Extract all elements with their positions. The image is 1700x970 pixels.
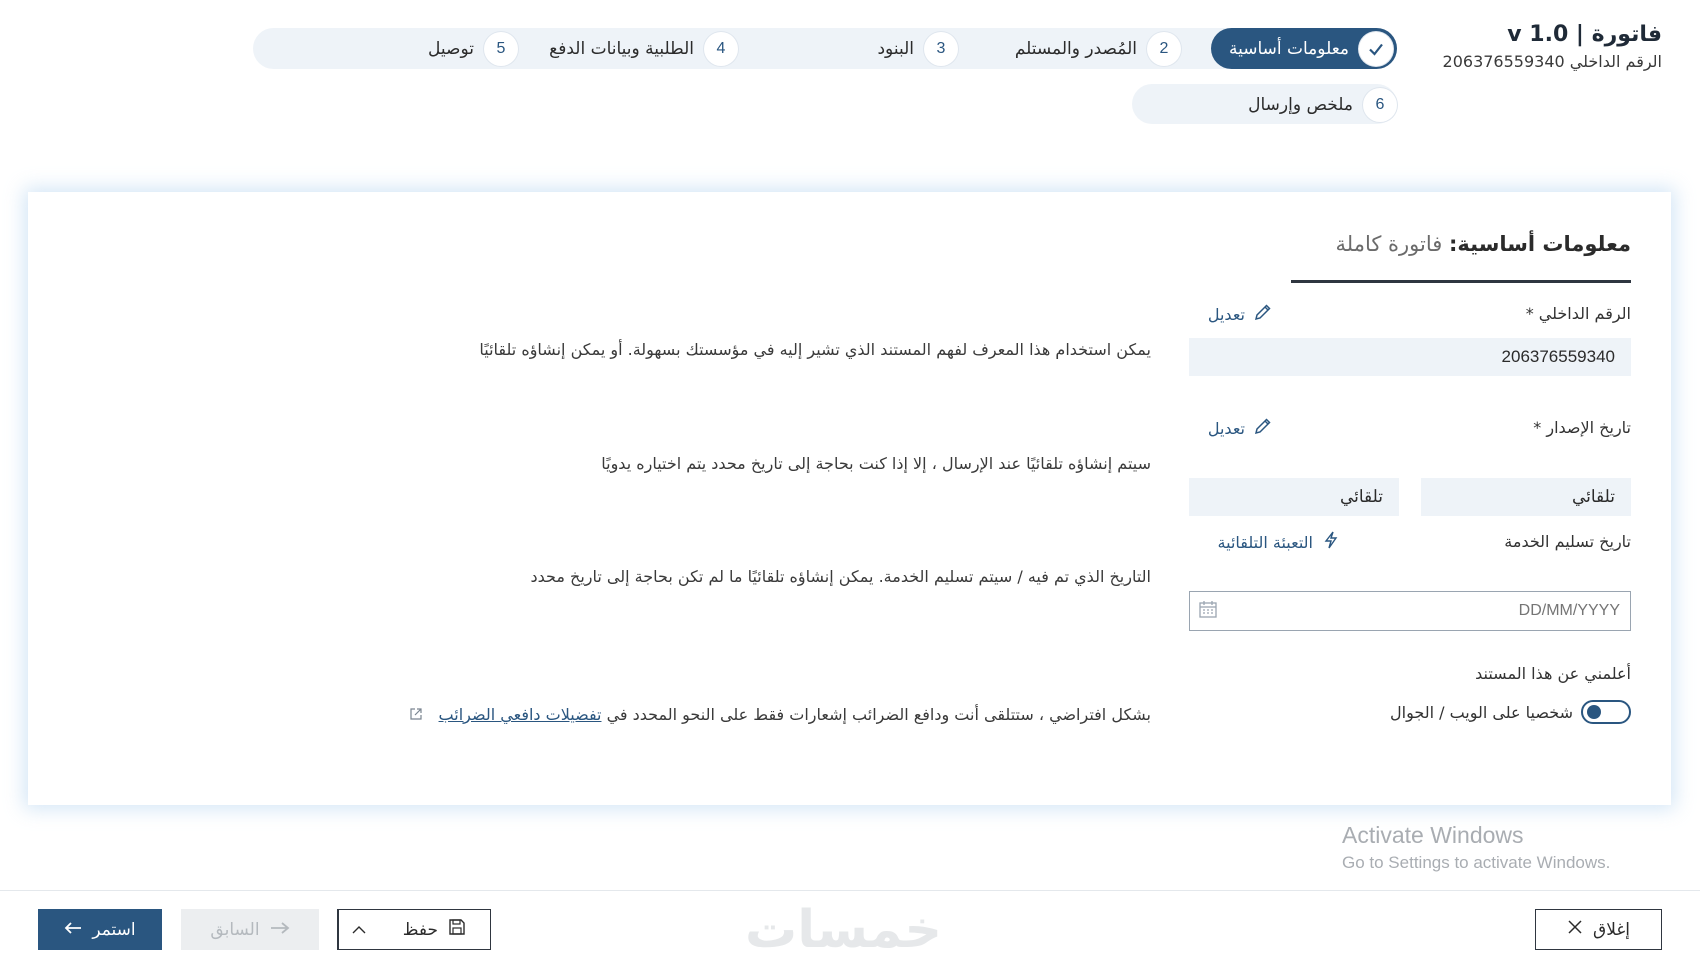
checkmark-icon — [1359, 31, 1393, 66]
heading-underline — [1291, 280, 1631, 283]
step-label: المُصدر والمستلم — [1014, 38, 1137, 59]
arrow-left-icon — [64, 920, 82, 940]
step-number: 5 — [484, 31, 518, 66]
service-date-field[interactable] — [1189, 591, 1631, 631]
issue-date-label: تاريخ الإصدار * — [1533, 418, 1631, 437]
notify-help: بشكل افتراضي ، ستتلقى أنت ودافع الضرائب … — [409, 705, 1151, 725]
previous-button[interactable]: السابق — [181, 909, 319, 950]
step-number: 6 — [1363, 87, 1397, 122]
issue-date-field[interactable]: تلقائي — [1421, 478, 1631, 516]
pencil-icon — [1253, 416, 1273, 440]
step-summary-send[interactable]: 6 ملخص وإرسال — [1248, 84, 1397, 125]
edit-label: تعديل — [1207, 418, 1245, 438]
close-button[interactable]: إغلاق — [1535, 909, 1662, 950]
step-order-payment[interactable]: 4 الطلبية وبيانات الدفع — [549, 28, 738, 69]
notify-toggle-label: شخصيا على الويب / الجوال — [1390, 702, 1573, 722]
step-issuer-receiver[interactable]: 2 المُصدر والمستلم — [1015, 28, 1181, 69]
step-label: معلومات أساسية — [1228, 38, 1349, 59]
app-title: فاتورة | v 1.0 — [1507, 22, 1662, 47]
step-label: الطلبية وبيانات الدفع — [549, 38, 694, 59]
brand-watermark: خمسات — [745, 900, 943, 960]
calendar-icon[interactable] — [1198, 599, 1218, 623]
watermark-line1: Activate Windows — [1342, 822, 1524, 848]
service-date-autofill-button[interactable]: التعبئة التلقائية — [1218, 530, 1341, 554]
taxpayer-preferences-link[interactable]: تفضيلات دافعي الضرائب — [439, 705, 602, 724]
step-number: 3 — [924, 31, 958, 66]
step-number: 2 — [1147, 31, 1181, 66]
notify-toggle-row: شخصيا على الويب / الجوال — [1390, 700, 1631, 724]
internal-number-help: يمكن استخدام هذا المعرف لفهم المستند الذ… — [479, 340, 1151, 359]
step-label: توصيل — [428, 38, 474, 59]
notify-label: أعلمني عن هذا المستند — [1475, 664, 1631, 683]
card-heading-type: فاتورة كاملة — [1335, 232, 1443, 256]
continue-button[interactable]: استمر — [38, 909, 162, 950]
service-date-label: تاريخ تسليم الخدمة — [1504, 532, 1631, 551]
close-icon — [1567, 919, 1583, 940]
notify-toggle[interactable] — [1581, 700, 1631, 724]
chevron-up-icon[interactable] — [338, 910, 378, 949]
step-items[interactable]: 3 البنود — [877, 28, 958, 69]
step-basic-info[interactable]: معلومات أساسية — [1210, 28, 1397, 69]
service-date-input[interactable] — [1240, 602, 1620, 620]
lightning-icon — [1321, 530, 1341, 554]
edit-label: تعديل — [1207, 304, 1245, 324]
autofill-label: التعبئة التلقائية — [1217, 532, 1313, 552]
continue-label: استمر — [92, 919, 136, 940]
internal-number-edit-button[interactable]: تعديل — [1208, 302, 1273, 326]
app-subtitle: الرقم الداخلي 206376559340 — [1442, 52, 1662, 71]
windows-activation-watermark: Activate Windows Go to Settings to activ… — [1342, 822, 1610, 873]
pencil-icon — [1253, 302, 1273, 326]
issue-time-field[interactable]: تلقائي — [1189, 478, 1399, 516]
toggle-knob — [1587, 705, 1601, 719]
floppy-disk-icon — [448, 918, 466, 941]
step-label: ملخص وإرسال — [1248, 94, 1353, 115]
save-button[interactable]: حفظ — [337, 909, 491, 950]
step-delivery[interactable]: 5 توصيل — [428, 28, 518, 69]
card-heading-title: معلومات أساسية: — [1449, 232, 1631, 256]
save-label: حفظ — [402, 919, 438, 940]
internal-number-label: الرقم الداخلي * — [1525, 304, 1631, 323]
card-heading: معلومات أساسية: فاتورة كاملة — [1336, 232, 1632, 256]
previous-label: السابق — [210, 919, 260, 940]
form-card: معلومات أساسية: فاتورة كاملة الرقم الداخ… — [28, 192, 1671, 805]
step-number: 4 — [704, 31, 738, 66]
arrow-right-icon — [270, 920, 290, 940]
watermark-line2: Go to Settings to activate Windows. — [1342, 853, 1611, 872]
step-label: البنود — [877, 38, 914, 59]
close-label: إغلاق — [1593, 919, 1630, 940]
internal-number-field[interactable]: 206376559340 — [1189, 338, 1631, 376]
external-link-icon[interactable] — [409, 706, 423, 725]
service-date-help: التاريخ الذي تم فيه / سيتم تسليم الخدمة.… — [530, 567, 1152, 586]
issue-date-edit-button[interactable]: تعديل — [1208, 416, 1273, 440]
issue-date-help: سيتم إنشاؤه تلقائيًا عند الإرسال ، إلا إ… — [601, 454, 1151, 473]
notify-help-text: بشكل افتراضي ، ستتلقى أنت ودافع الضرائب … — [606, 705, 1151, 724]
